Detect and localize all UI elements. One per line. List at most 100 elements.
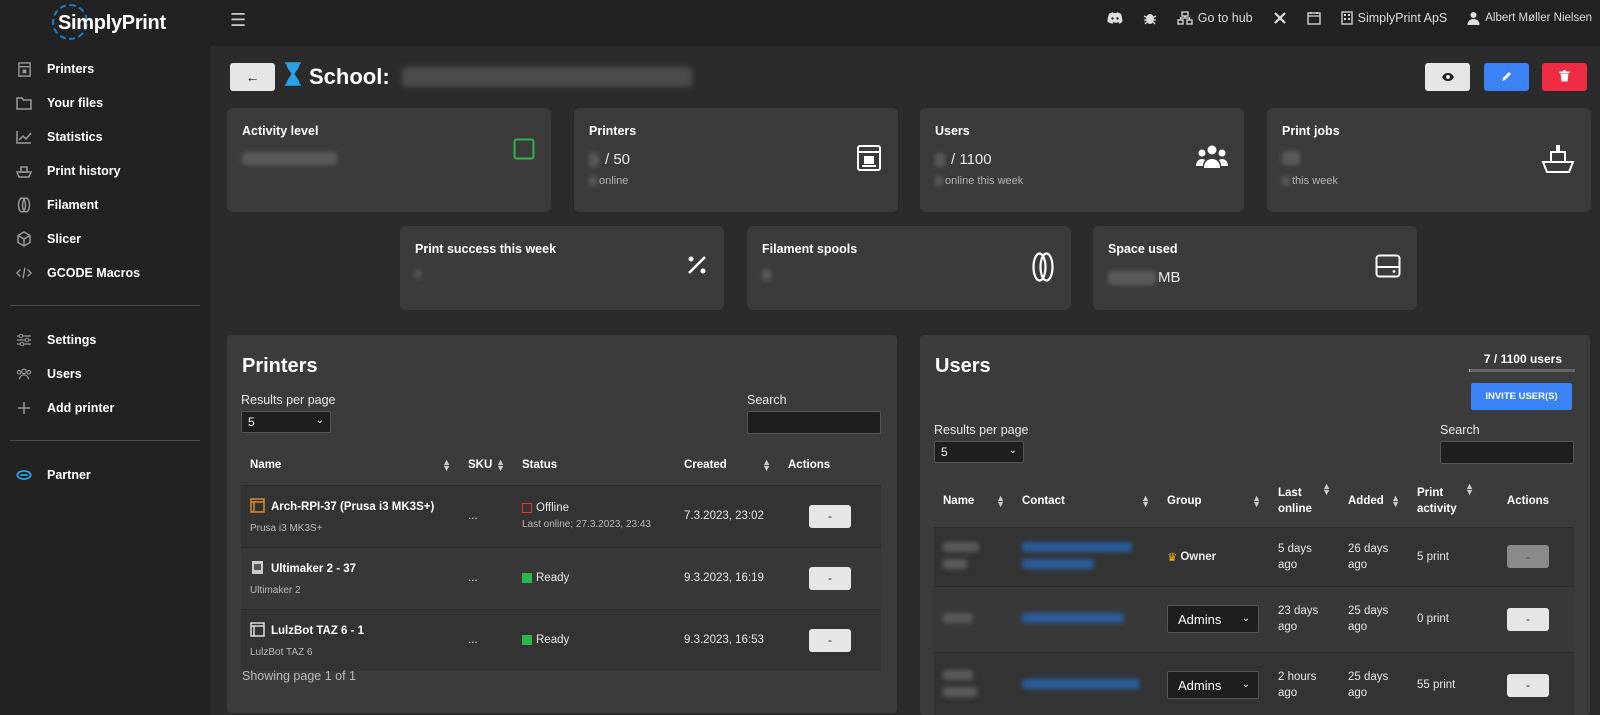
- printers-search-input[interactable]: [747, 411, 881, 434]
- arrow-left-icon: ←: [245, 69, 260, 85]
- simplyprint-logo[interactable]: SimplyPrint: [52, 4, 166, 40]
- sidebar-item-add-printer[interactable]: Add printer: [0, 391, 210, 425]
- col-actions: Actions: [779, 445, 881, 485]
- partner-icon: [16, 467, 32, 483]
- sort-icon: ▲ ▼: [1322, 481, 1331, 497]
- delete-button[interactable]: [1542, 63, 1587, 91]
- sidebar-item-settings[interactable]: Settings: [0, 323, 210, 357]
- col-last-online[interactable]: Last online ▲ ▼: [1269, 475, 1339, 527]
- last-online-2: ago: [1278, 558, 1298, 571]
- building-icon: [1340, 11, 1353, 25]
- user-actions-button[interactable]: -: [1507, 607, 1549, 631]
- user-group-select[interactable]: Admins ⌄: [1167, 671, 1259, 700]
- tools-button[interactable]: [1273, 11, 1287, 25]
- printer-name-cell[interactable]: Ultimaker 2 - 37 Ultimaker 2: [241, 547, 459, 609]
- status-ready-icon: [522, 635, 532, 646]
- printer-thumbnail-icon: [250, 498, 265, 516]
- printer-status: Ready: [536, 634, 570, 647]
- sidebar-item-slicer[interactable]: Slicer: [0, 222, 210, 256]
- results-per-page-label: Results per page: [241, 393, 336, 407]
- printer-actions-button[interactable]: -: [809, 628, 851, 652]
- organization-link[interactable]: SimplyPrint ApS: [1340, 11, 1447, 25]
- added-2: ago: [1348, 558, 1368, 571]
- col-contact[interactable]: Contact ▲ ▼: [1013, 475, 1158, 527]
- user-contact-redacted[interactable]: [1013, 527, 1158, 586]
- printer-actions-button[interactable]: -: [809, 566, 851, 590]
- user-contact-redacted[interactable]: [1013, 652, 1158, 715]
- cube-icon: [16, 231, 32, 247]
- search-label: Search: [1440, 423, 1480, 437]
- sidebar-item-print-history[interactable]: Print history: [0, 154, 210, 188]
- sidebar-item-label: Settings: [47, 333, 97, 347]
- go-to-hub-link[interactable]: Go to hub: [1177, 11, 1253, 25]
- user-name-redacted[interactable]: [934, 586, 1013, 652]
- print-jobs-count-redacted: [1282, 151, 1300, 165]
- printers-panel-title: Printers: [242, 355, 318, 377]
- sidebar-item-partner[interactable]: Partner: [0, 458, 210, 492]
- sidebar-item-users[interactable]: Users: [0, 357, 210, 391]
- user-group-select[interactable]: Admins ⌄: [1167, 605, 1259, 633]
- card-title: Filament spools: [762, 242, 858, 256]
- users-stat-card: Users / 1100 online this week: [920, 108, 1244, 212]
- discord-button[interactable]: [1107, 12, 1123, 24]
- back-button[interactable]: ←: [230, 63, 275, 91]
- tools-icon: [1273, 11, 1287, 25]
- last-online-2: ago: [1278, 621, 1298, 633]
- sidebar-item-your-files[interactable]: Your files: [0, 86, 210, 120]
- view-button[interactable]: [1425, 63, 1470, 91]
- user-actions-button[interactable]: -: [1507, 545, 1549, 568]
- hard-drive-icon: [1375, 254, 1401, 281]
- user-added: 26 days ago: [1339, 527, 1408, 586]
- user-actions-button[interactable]: -: [1507, 673, 1549, 697]
- sidebar-item-printers[interactable]: Printers: [0, 52, 210, 86]
- bug-report-button[interactable]: [1143, 11, 1157, 25]
- user-name-redacted[interactable]: [934, 652, 1013, 715]
- filament-spools-card: Filament spools: [747, 226, 1071, 310]
- added-1: 25 days: [1348, 671, 1389, 684]
- col-name[interactable]: Name ▲ ▼: [241, 445, 459, 485]
- col-added-label: Added: [1348, 494, 1384, 507]
- printers-online: online: [589, 175, 628, 187]
- space-used-value: MB: [1108, 269, 1181, 286]
- edit-button[interactable]: [1484, 63, 1529, 91]
- table-row: Admins ⌄ 23 days ago 25 days ago 0 print -: [934, 586, 1574, 652]
- col-sku[interactable]: SKU ▲ ▼: [459, 445, 513, 485]
- printer-name-cell[interactable]: Arch-RPI-37 (Prusa i3 MK3S+) Prusa i3 MK…: [241, 485, 459, 547]
- col-name[interactable]: Name ▲ ▼: [934, 475, 1013, 527]
- user-added: 25 days ago: [1339, 652, 1408, 715]
- user-contact-redacted[interactable]: [1013, 586, 1158, 652]
- printer-actions-button[interactable]: -: [809, 504, 851, 528]
- results-per-page-select[interactable]: 5 ⌄: [934, 441, 1024, 463]
- sidebar-item-filament[interactable]: Filament: [0, 188, 210, 222]
- printer-sku: ...: [468, 510, 478, 522]
- hamburger-menu-icon[interactable]: ☰: [230, 10, 246, 31]
- sort-icon: ▲ ▼: [762, 456, 771, 473]
- col-print-activity[interactable]: Print activity ▲ ▼: [1408, 475, 1482, 527]
- users-table: Name ▲ ▼ Contact ▲ ▼ Group ▲ ▼ Last online ▲ ▼ Ad…: [934, 475, 1574, 715]
- sort-icon: ▲ ▼: [442, 456, 451, 473]
- trash-icon: [1559, 69, 1570, 85]
- printer-actions-cell: -: [779, 547, 881, 609]
- sort-icon: ▲ ▼: [996, 492, 1005, 509]
- card-title: Printers: [589, 124, 637, 138]
- sidebar-item-label: Filament: [47, 198, 99, 212]
- sidebar-item-gcode-macros[interactable]: GCODE Macros: [0, 256, 210, 290]
- col-added[interactable]: Added ▲ ▼: [1339, 475, 1408, 527]
- invite-users-button[interactable]: INVITE USER(S): [1471, 383, 1572, 410]
- printer-sku: ...: [468, 572, 478, 584]
- sidebar-item-statistics[interactable]: Statistics: [0, 120, 210, 154]
- users-search-input[interactable]: [1440, 441, 1574, 464]
- col-group[interactable]: Group ▲ ▼: [1158, 475, 1269, 527]
- last-online-1: 2 hours: [1278, 671, 1317, 684]
- print-jobs-stat-card: Print jobs this week: [1267, 108, 1591, 212]
- user-menu[interactable]: Albert Møller Nielsen: [1467, 11, 1592, 25]
- print-success-value-redacted: [415, 269, 421, 279]
- results-per-page-select[interactable]: 5 ⌄: [241, 411, 331, 433]
- user-group-value: Admins: [1178, 677, 1222, 693]
- printer-name-cell[interactable]: LulzBot TAZ 6 - 1 LulzBot TAZ 6: [241, 609, 459, 671]
- user-name-redacted[interactable]: [934, 527, 1013, 586]
- col-created[interactable]: Created ▲ ▼: [675, 445, 779, 485]
- printers-online-label: online: [599, 175, 629, 187]
- calendar-button[interactable]: [1306, 11, 1321, 25]
- added-1: 26 days: [1348, 542, 1389, 555]
